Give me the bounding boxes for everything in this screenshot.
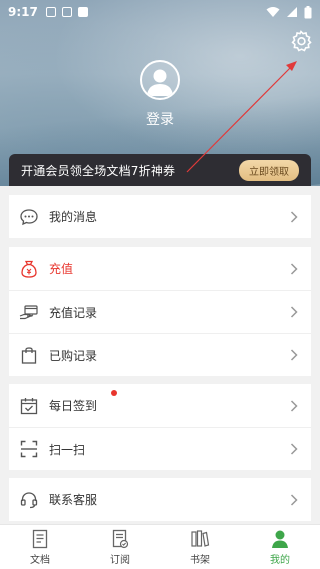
chevron-right-icon: [287, 442, 301, 456]
vip-banner-text: 开通会员领全场文档7折神券: [21, 163, 176, 178]
support-group: 联系客服: [9, 478, 311, 521]
chevron-right-icon: [287, 262, 301, 276]
claim-now-button[interactable]: 立即领取: [239, 159, 299, 181]
menu-item-label: 充值记录: [49, 305, 98, 320]
battery-icon: [304, 5, 312, 18]
chevron-right-icon: [287, 399, 301, 413]
tab-label: 文档: [30, 554, 50, 566]
bottom-tab-bar: 文档 订阅 书架 我的: [0, 524, 320, 569]
status-bar: 9:17: [0, 0, 320, 24]
font-app-icon: [77, 7, 88, 17]
menu-item-label: 每日签到: [49, 399, 98, 413]
menu-item-customer-service[interactable]: 联系客服: [9, 478, 311, 521]
chevron-right-icon: [287, 210, 301, 224]
messages-group: 我的消息: [9, 195, 311, 238]
tab-bookshelf[interactable]: 书架: [160, 525, 240, 569]
menu-item-purchase-history[interactable]: 已购记录: [9, 333, 311, 376]
menu-item-recharge-history[interactable]: 充值记录: [9, 290, 311, 333]
menu-item-daily-checkin[interactable]: 每日签到: [9, 384, 311, 427]
document-icon: [30, 529, 50, 549]
payment-group: 充值 充值记录 已购记录: [9, 247, 311, 376]
menu-item-label: 充值: [49, 262, 74, 276]
menu-item-label: 联系客服: [49, 493, 98, 507]
tab-label: 书架: [190, 554, 210, 566]
menu-item-messages[interactable]: 我的消息: [9, 195, 311, 238]
chevron-right-icon: [287, 493, 301, 507]
notification-icon: [45, 7, 56, 17]
tab-mine[interactable]: 我的: [240, 525, 320, 569]
person-icon: [270, 529, 290, 549]
login-link[interactable]: 登录: [0, 109, 320, 129]
tab-documents[interactable]: 文档: [0, 525, 80, 569]
bookshelf-icon: [190, 529, 210, 549]
card-hand-icon: [19, 302, 39, 322]
menu-item-label: 我的消息: [49, 210, 98, 224]
tab-label: 我的: [270, 554, 290, 566]
scan-icon: [19, 439, 39, 459]
chevron-right-icon: [287, 348, 301, 362]
calendar-check-icon: [19, 396, 39, 416]
shopping-bag-icon: [19, 345, 39, 365]
notification-dot: [111, 390, 117, 396]
tab-subscribe[interactable]: 订阅: [80, 525, 160, 569]
menu-item-label: 扫一扫: [49, 442, 86, 457]
menu-item-scan[interactable]: 扫一扫: [9, 427, 311, 470]
subscribe-icon: [110, 529, 130, 549]
menu-item-recharge[interactable]: 充值: [9, 247, 311, 290]
chevron-right-icon: [287, 305, 301, 319]
headset-icon: [19, 490, 39, 510]
cell-signal-icon: [287, 7, 297, 17]
sd-card-icon: [61, 7, 72, 17]
status-time: 9:17: [8, 5, 38, 19]
wifi-icon: [266, 7, 280, 17]
message-icon: [19, 207, 39, 227]
tab-label: 订阅: [110, 554, 130, 566]
avatar[interactable]: [140, 60, 180, 100]
tasks-group: 每日签到 扫一扫: [9, 384, 311, 470]
person-placeholder-icon: [147, 69, 173, 96]
settings-button[interactable]: [288, 28, 314, 54]
money-bag-icon: [19, 259, 39, 279]
vip-banner[interactable]: 开通会员领全场文档7折神券 立即领取: [9, 154, 311, 186]
gear-icon: [291, 30, 312, 52]
menu-item-label: 已购记录: [49, 348, 98, 363]
